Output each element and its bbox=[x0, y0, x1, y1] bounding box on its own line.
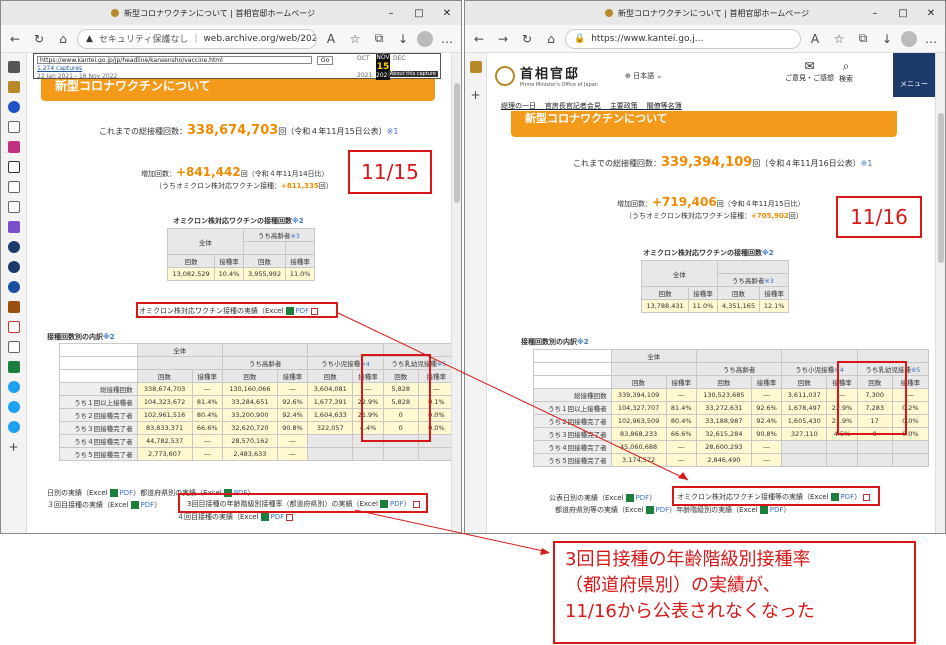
connector-arrow bbox=[335, 311, 689, 481]
arrowhead-icon bbox=[540, 548, 550, 555]
annotation-box: 3回目接種の年齢階級別接種率 （都道府県別）の実績が、 11/16から公表されな… bbox=[553, 541, 916, 644]
connector-arrow bbox=[354, 509, 549, 553]
